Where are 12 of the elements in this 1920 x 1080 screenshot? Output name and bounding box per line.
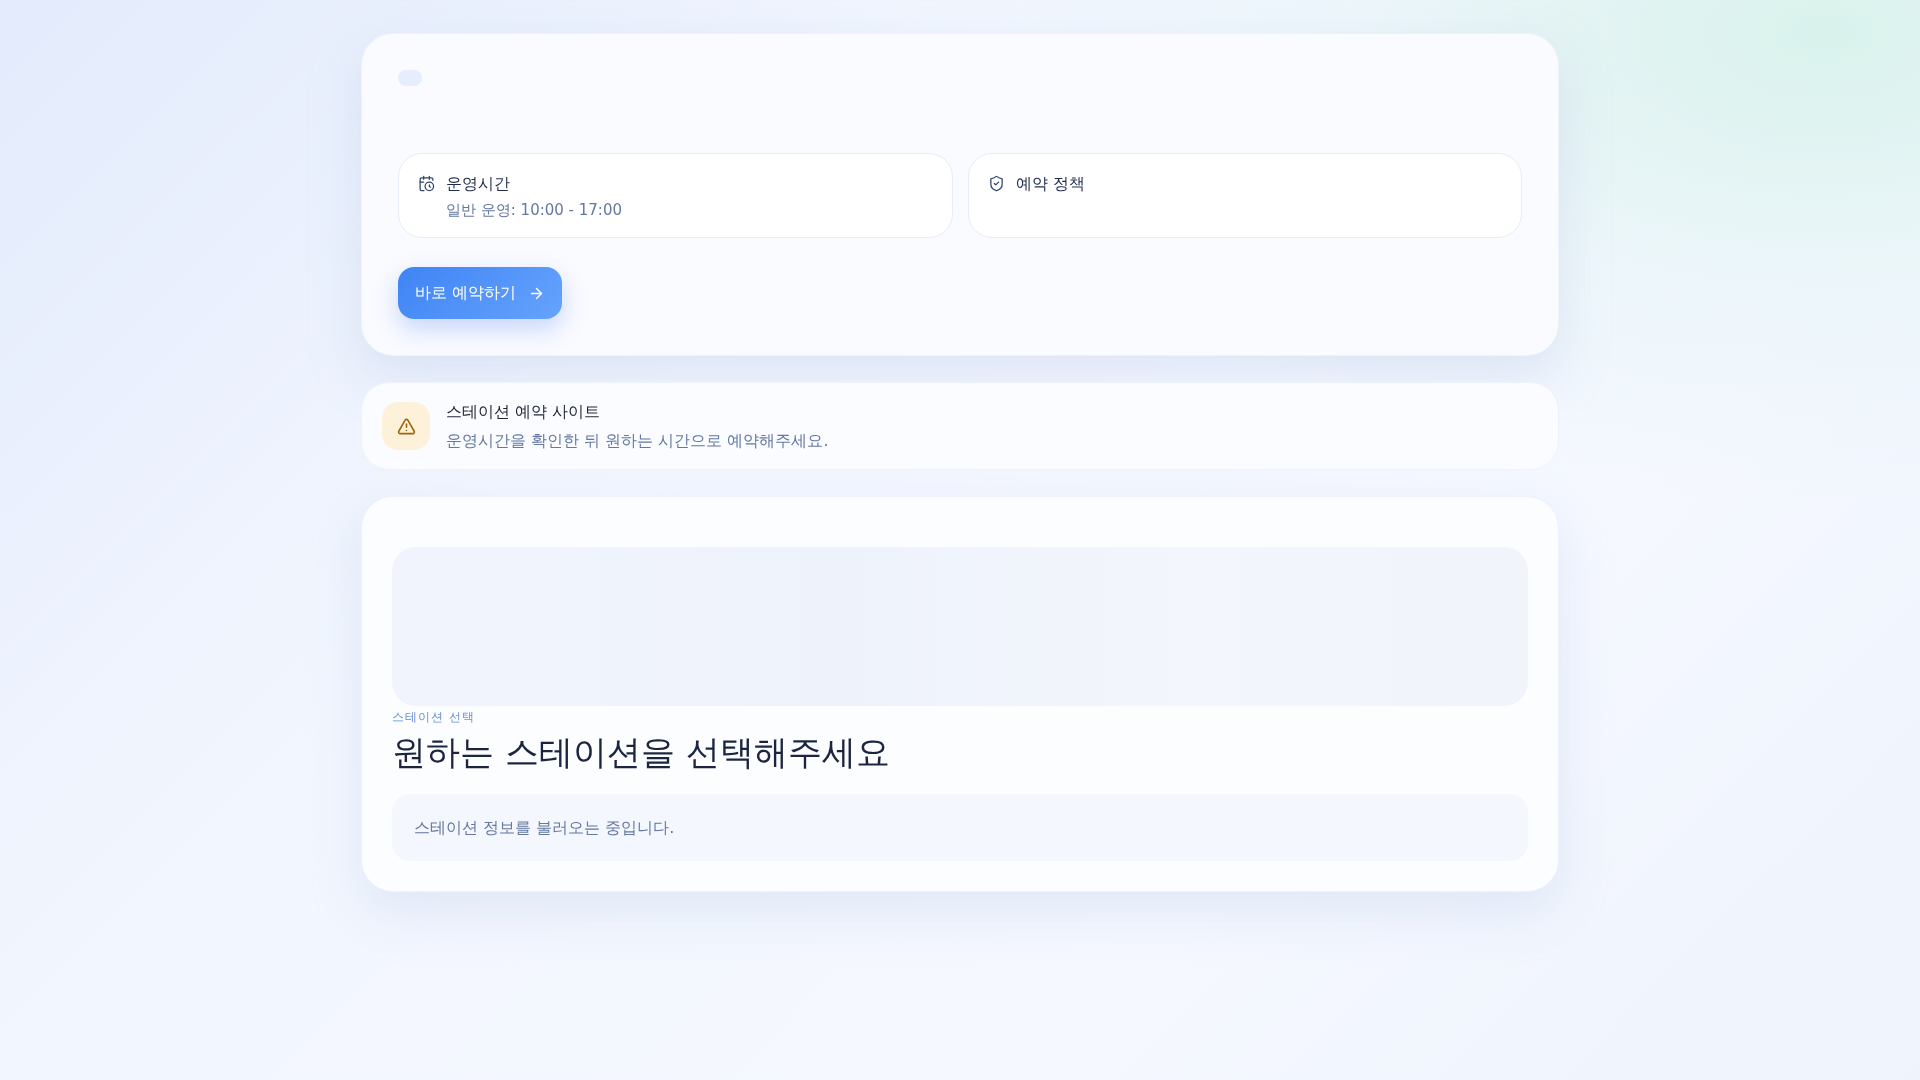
info-title: 운영시간 xyxy=(446,173,511,195)
info-title: 예약 정책 xyxy=(1015,173,1085,195)
book-now-button[interactable]: 바로 예약하기 xyxy=(398,267,563,319)
shield-check-icon xyxy=(987,175,1005,192)
info-detail: 일반 운영: 10:00 - 17:00 xyxy=(446,200,622,221)
notice-title: 스테이션 예약 사이트 xyxy=(446,400,602,423)
status-message: 스테이션 정보를 불러오는 중입니다. xyxy=(414,816,675,839)
section-eyebrow: 스테이션 선택 xyxy=(392,709,476,726)
warning-icon xyxy=(382,402,430,450)
notice-message: 운영시간을 확인한 뒤 원하는 시간으로 예약해주세요. xyxy=(446,429,829,452)
section-heading: 원하는 스테이션을 선택해주세요 xyxy=(392,731,891,774)
calendar-clock-icon xyxy=(418,175,435,192)
